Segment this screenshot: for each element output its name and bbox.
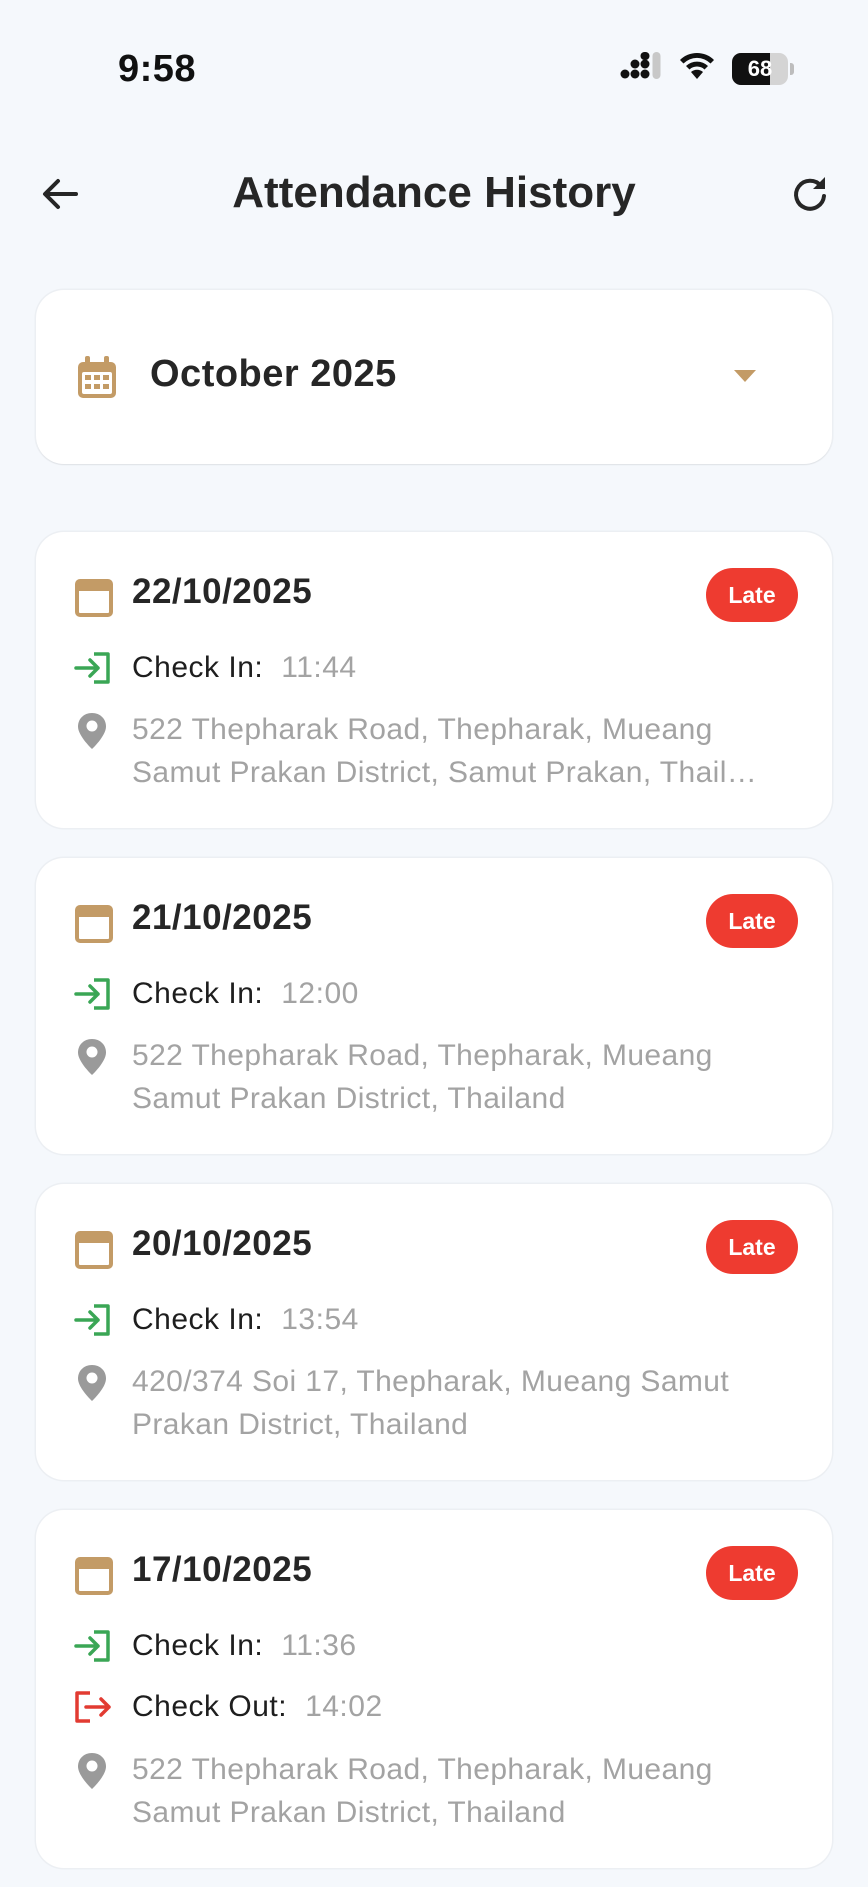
caret-down-icon	[734, 370, 756, 382]
status-badge: Late	[706, 1546, 798, 1600]
check-in-label: Check In:	[132, 1629, 264, 1662]
record-address: 522 Thepharak Road, Thepharak, Mueang Sa…	[132, 713, 758, 789]
status-badge: Late	[706, 894, 798, 948]
record-address: 522 Thepharak Road, Thepharak, Mueang Sa…	[132, 1753, 713, 1829]
login-icon	[72, 1300, 114, 1340]
status-badge: Late	[706, 568, 798, 622]
check-in-time: 13:54	[281, 1303, 359, 1336]
app-header: Attendance History	[0, 150, 868, 240]
record-date: 20/10/2025	[132, 1224, 313, 1263]
check-out-time: 14:02	[305, 1690, 383, 1723]
check-out-row: Check Out: 14:02	[72, 1685, 383, 1729]
refresh-icon	[790, 174, 830, 219]
login-icon	[72, 974, 114, 1014]
check-in-label: Check In:	[132, 977, 264, 1010]
status-badge: Late	[706, 1220, 798, 1274]
record-address: 522 Thepharak Road, Thepharak, Mueang Sa…	[132, 1039, 713, 1115]
check-in-time: 11:36	[281, 1629, 357, 1662]
month-selector[interactable]: October 2025	[36, 290, 832, 464]
calendar-icon	[76, 356, 118, 405]
status-bar: 9:58 68	[0, 0, 868, 140]
check-in-time: 12:00	[281, 977, 359, 1010]
location-pin-icon	[76, 1752, 108, 1795]
calendar-icon	[74, 902, 114, 949]
calendar-icon	[74, 576, 114, 623]
attendance-card[interactable]: 22/10/2025 Late Check In: 11:44 522 Thep…	[36, 532, 832, 828]
login-icon	[72, 648, 114, 688]
login-icon	[72, 1626, 114, 1666]
location-pin-icon	[76, 712, 108, 755]
attendance-card[interactable]: 20/10/2025 Late Check In: 13:54 420/374 …	[36, 1184, 832, 1480]
check-in-time: 11:44	[281, 651, 357, 684]
battery-cap	[790, 62, 794, 75]
wifi-icon	[678, 52, 716, 85]
page-title: Attendance History	[232, 168, 636, 217]
signal-icon	[620, 52, 662, 85]
location-pin-icon	[76, 1364, 108, 1407]
refresh-button[interactable]	[786, 172, 834, 220]
check-in-row: Check In: 13:54	[72, 1298, 359, 1342]
location-pin-icon	[76, 1038, 108, 1081]
record-date: 21/10/2025	[132, 898, 313, 937]
check-in-label: Check In:	[132, 651, 264, 684]
attendance-card[interactable]: 21/10/2025 Late Check In: 12:00 522 Thep…	[36, 858, 832, 1154]
check-in-row: Check In: 11:36	[72, 1624, 357, 1668]
calendar-icon	[74, 1554, 114, 1601]
check-in-row: Check In: 11:44	[72, 646, 357, 690]
status-icons: 68	[620, 52, 794, 85]
check-out-label: Check Out:	[132, 1690, 288, 1723]
calendar-icon	[74, 1228, 114, 1275]
status-time: 9:58	[118, 48, 197, 90]
record-address: 420/374 Soi 17, Thepharak, Mueang Samut …	[132, 1365, 730, 1441]
check-in-label: Check In:	[132, 1303, 264, 1336]
logout-icon	[72, 1687, 114, 1727]
attendance-card[interactable]: 17/10/2025 Late Check In: 11:36 Check Ou…	[36, 1510, 832, 1868]
battery-percent: 68	[747, 55, 773, 81]
battery-indicator: 68	[732, 52, 788, 85]
selected-month: October 2025	[150, 353, 397, 395]
check-in-row: Check In: 12:00	[72, 972, 359, 1016]
record-date: 22/10/2025	[132, 572, 313, 611]
record-date: 17/10/2025	[132, 1550, 313, 1589]
